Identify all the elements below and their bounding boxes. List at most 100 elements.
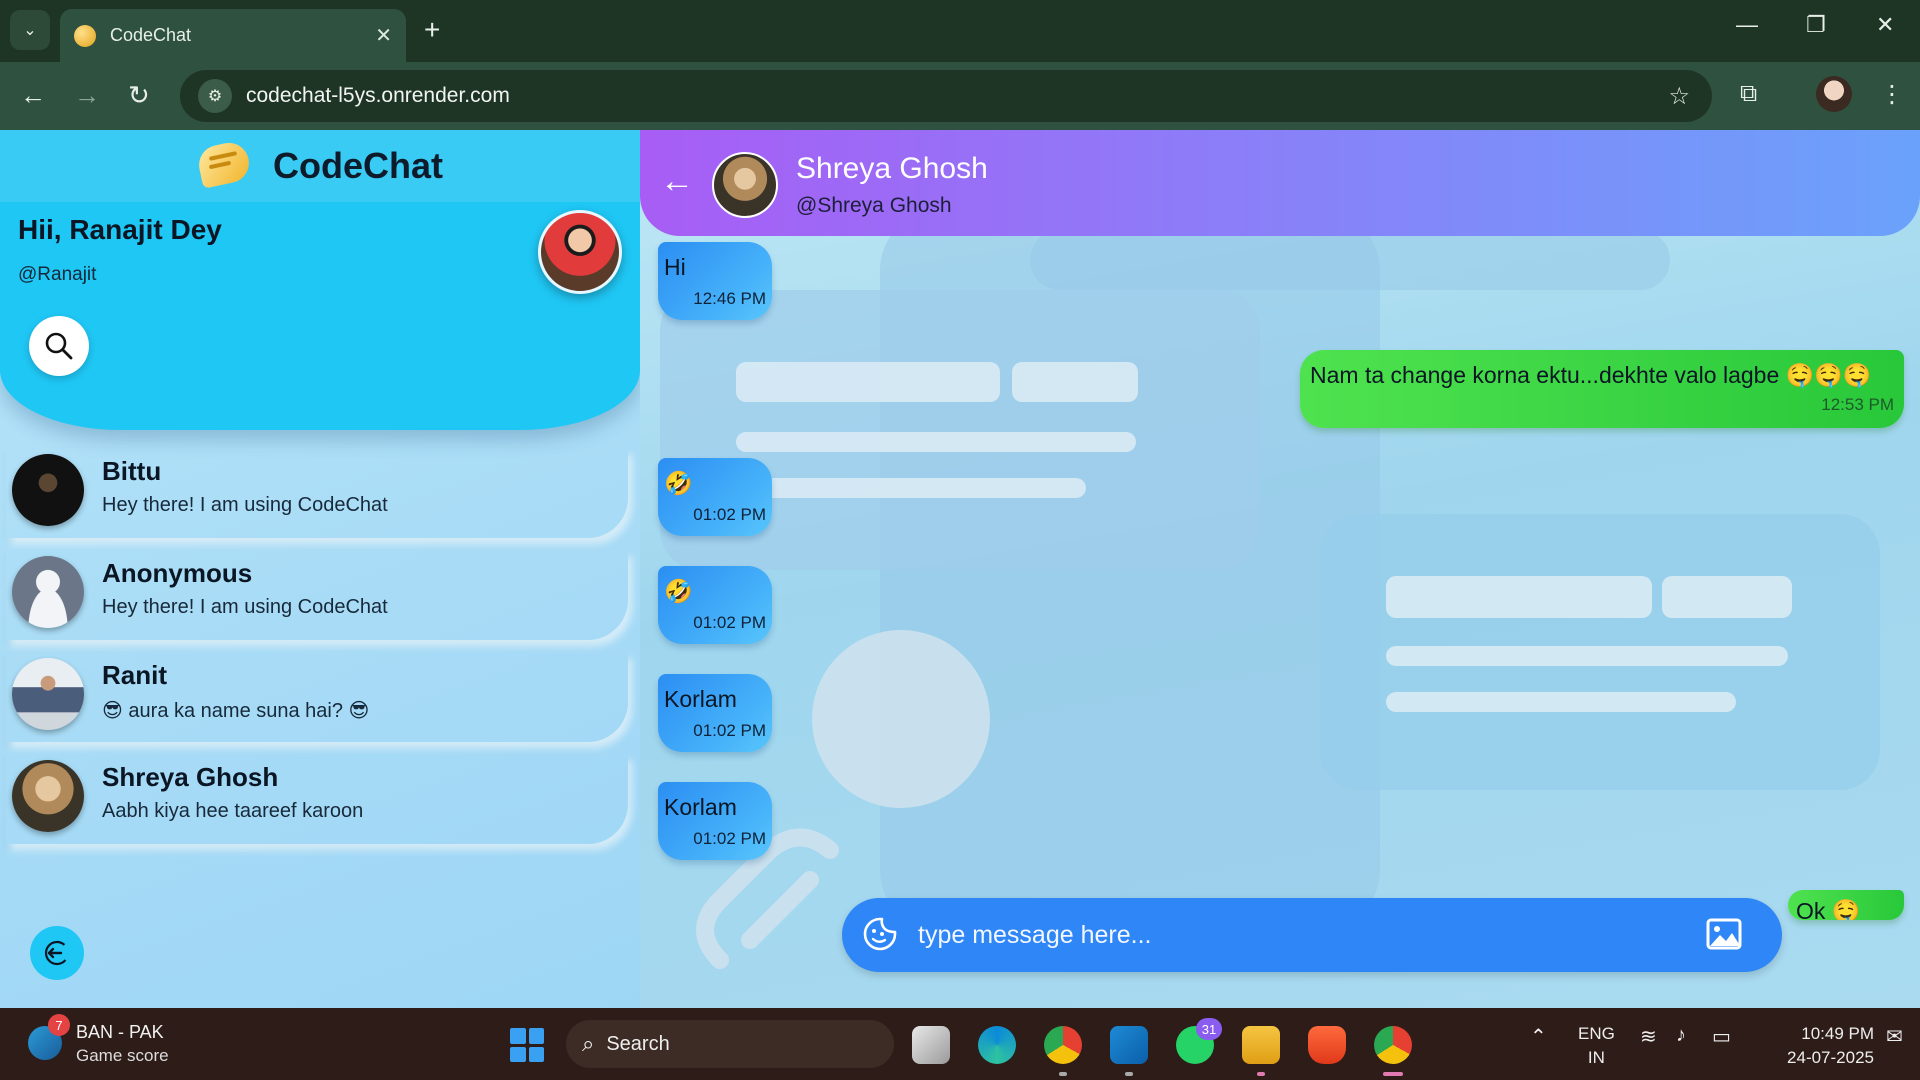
- tab-close-icon[interactable]: ✕: [375, 23, 392, 48]
- region-code: IN: [1587, 1048, 1605, 1067]
- default-avatar-icon: [12, 556, 84, 628]
- extensions-icon[interactable]: ⧉: [1740, 80, 1757, 108]
- tray-overflow-chevron-up-icon[interactable]: ⌃: [1530, 1024, 1547, 1049]
- chrome-icon[interactable]: [1044, 1026, 1082, 1076]
- background-decoration: [736, 478, 1086, 498]
- language-indicator[interactable]: ENG IN: [1578, 1022, 1615, 1070]
- search-button[interactable]: [29, 316, 89, 376]
- contact-item-ranit[interactable]: Ranit 😎 aura ka name suna hai? 😎: [0, 646, 640, 748]
- volume-icon[interactable]: ♪: [1676, 1024, 1686, 1047]
- system-clock[interactable]: 10:49 PM 24-07-2025: [1760, 1022, 1874, 1070]
- new-tab-button[interactable]: +: [424, 14, 440, 46]
- sidebar-header: CodeChat Hii, Ranajit Dey @Ranajit: [0, 130, 640, 430]
- windows-taskbar: 7 BAN - PAK Game score ⌕ Search 31 ⌃ ENG…: [0, 1008, 1920, 1080]
- chrome-active-icon[interactable]: [1374, 1026, 1412, 1076]
- message-bubble-incoming[interactable]: Hi 12:46 PM: [658, 242, 772, 320]
- news-widget[interactable]: 7 BAN - PAK Game score: [28, 1014, 188, 1070]
- message-bubble-incoming[interactable]: 🤣 01:02 PM: [658, 566, 772, 644]
- back-arrow-icon[interactable]: ←: [660, 162, 694, 201]
- edge-browser-icon[interactable]: [978, 1026, 1016, 1064]
- background-decoration: [1386, 576, 1652, 618]
- user-handle: @Ranajit: [18, 264, 97, 285]
- start-windows-icon[interactable]: [510, 1028, 544, 1062]
- logout-button[interactable]: [30, 926, 84, 980]
- forward-icon[interactable]: →: [74, 80, 100, 111]
- clock-time: 10:49 PM: [1801, 1024, 1874, 1043]
- message-bubble-incoming[interactable]: Korlam 01:02 PM: [658, 674, 772, 752]
- codechat-favicon-icon: [74, 24, 96, 47]
- peer-handle: @Shreya Ghosh: [796, 194, 952, 217]
- tab-title: CodeChat: [110, 25, 192, 45]
- contact-name: Anonymous: [102, 558, 253, 588]
- address-bar[interactable]: ⚙ codechat-l5ys.onrender.com ☆: [180, 70, 1712, 122]
- app-name: CodeChat: [273, 145, 443, 186]
- message-bubble-outgoing[interactable]: Ok 🤤: [1788, 890, 1904, 920]
- contact-list: Bittu Hey there! I am using CodeChat Ano…: [0, 442, 640, 850]
- message-text: Korlam: [664, 686, 737, 712]
- brave-browser-icon[interactable]: [1308, 1026, 1346, 1064]
- contact-name: Bittu: [102, 456, 162, 486]
- minimize-icon[interactable]: —: [1736, 12, 1758, 38]
- contact-item-shreya-ghosh[interactable]: Shreya Ghosh Aabh kiya hee taareef karoo…: [0, 748, 640, 850]
- window-close-icon[interactable]: ✕: [1876, 12, 1894, 38]
- peer-avatar[interactable]: [712, 152, 778, 218]
- file-explorer-icon[interactable]: [1242, 1026, 1280, 1076]
- message-time: 12:46 PM: [693, 289, 766, 308]
- chat-header: ← Shreya Ghosh @Shreya Ghosh: [640, 130, 1920, 236]
- notifications-bell-icon[interactable]: ✉: [1886, 1024, 1903, 1049]
- message-text: 🤣: [664, 470, 693, 496]
- bookmark-star-icon[interactable]: ☆: [1668, 82, 1690, 111]
- widget-title: BAN - PAK: [76, 1022, 164, 1042]
- image-upload-icon[interactable]: [1706, 918, 1742, 950]
- browser-menu-icon[interactable]: ⋮: [1880, 80, 1904, 109]
- chat-panel: ← Shreya Ghosh @Shreya Ghosh Hi 12:46 PM…: [640, 130, 1920, 1008]
- message-bubble-incoming[interactable]: 🤣 01:02 PM: [658, 458, 772, 536]
- contact-card: [6, 652, 628, 742]
- message-time: 01:02 PM: [693, 613, 766, 632]
- contact-avatar: [12, 760, 84, 832]
- site-info-icon[interactable]: ⚙: [198, 79, 232, 113]
- notification-badge: 7: [48, 1014, 70, 1036]
- contact-card: [6, 754, 628, 844]
- user-greeting: Hii, Ranajit Dey: [18, 214, 222, 245]
- message-input[interactable]: [918, 912, 1678, 958]
- tab-search-chevron-down-icon[interactable]: ⌄: [10, 10, 50, 50]
- message-bubble-outgoing[interactable]: Nam ta change korna ektu...dekhte valo l…: [1300, 350, 1904, 428]
- contact-last-message: Hey there! I am using CodeChat: [102, 494, 388, 516]
- brand-bar: CodeChat: [0, 130, 640, 202]
- sidebar: CodeChat Hii, Ranajit Dey @Ranajit Bittu…: [0, 130, 640, 1008]
- browser-toolbar: ← → ↻ ⚙ codechat-l5ys.onrender.com ☆ ⧉ ⋮: [0, 62, 1920, 130]
- sticker-emoji-icon[interactable]: [862, 916, 898, 952]
- contact-item-anonymous[interactable]: Anonymous Hey there! I am using CodeChat: [0, 544, 640, 646]
- task-view-icon[interactable]: [912, 1026, 950, 1064]
- restore-icon[interactable]: ❐: [1806, 12, 1826, 38]
- back-icon[interactable]: ←: [20, 80, 46, 111]
- browser-tab[interactable]: CodeChat ✕: [60, 9, 406, 62]
- contact-last-message: Hey there! I am using CodeChat: [102, 596, 388, 618]
- vscode-icon[interactable]: [1110, 1026, 1148, 1076]
- message-text: 🤣: [664, 578, 693, 604]
- message-time: 01:02 PM: [693, 505, 766, 524]
- contact-item-bittu[interactable]: Bittu Hey there! I am using CodeChat: [0, 442, 640, 544]
- codechat-logo-icon: [195, 138, 253, 194]
- contact-card: [6, 448, 628, 538]
- background-decoration: [1012, 362, 1138, 402]
- message-composer: [842, 898, 1782, 972]
- lang-code: ENG: [1578, 1024, 1615, 1043]
- background-decoration: [1662, 576, 1792, 618]
- taskbar-search[interactable]: ⌕ Search: [566, 1020, 894, 1068]
- reload-icon[interactable]: ↻: [128, 80, 150, 111]
- contact-name: Shreya Ghosh: [102, 762, 279, 792]
- wifi-icon[interactable]: ≋: [1640, 1024, 1657, 1049]
- clock-date: 24-07-2025: [1787, 1048, 1874, 1067]
- background-decoration: [736, 362, 1000, 402]
- battery-icon[interactable]: ▭: [1712, 1024, 1731, 1049]
- message-time: 12:53 PM: [1821, 395, 1894, 414]
- contact-last-message: 😎 aura ka name suna hai? 😎: [102, 700, 370, 722]
- whatsapp-icon[interactable]: 31: [1176, 1018, 1222, 1064]
- user-avatar[interactable]: [538, 210, 622, 294]
- message-bubble-incoming[interactable]: Korlam 01:02 PM: [658, 782, 772, 860]
- message-text: Hi: [664, 254, 686, 280]
- profile-avatar[interactable]: [1816, 76, 1852, 112]
- message-text: Korlam: [664, 794, 737, 820]
